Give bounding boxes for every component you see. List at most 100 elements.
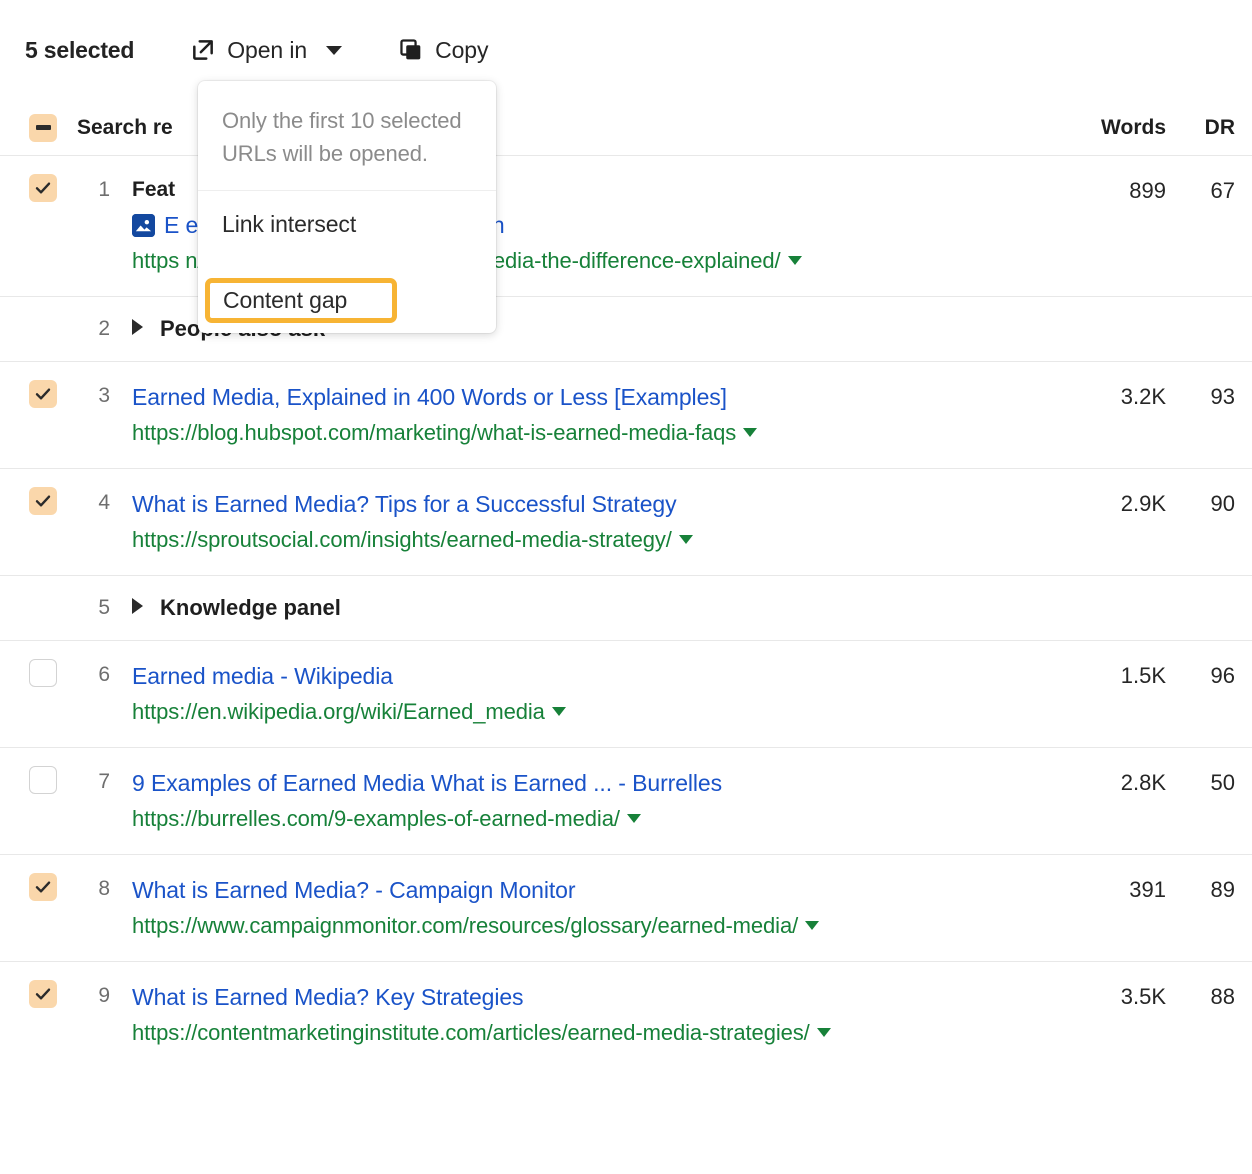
expand-triangle-icon[interactable] bbox=[132, 598, 143, 614]
result-url[interactable]: https://www.campaignmonitor.com/resource… bbox=[132, 909, 1072, 943]
row-words-value: 391 bbox=[1129, 873, 1166, 907]
check-icon bbox=[35, 493, 51, 509]
table-row: 4 What is Earned Media? Tips for a Succe… bbox=[0, 469, 1252, 576]
row-checkbox[interactable] bbox=[29, 980, 57, 1008]
url-caret-icon[interactable] bbox=[788, 256, 802, 265]
check-icon bbox=[35, 986, 51, 1002]
result-url[interactable]: https://en.wikipedia.org/wiki/Earned_med… bbox=[132, 695, 1072, 729]
row-checkbox-cell[interactable] bbox=[28, 766, 58, 794]
result-url-text: https://www.campaignmonitor.com/resource… bbox=[132, 913, 798, 938]
result-url[interactable]: https://contentmarketinginstitute.com/ar… bbox=[132, 1016, 1072, 1050]
row-content: Earned media - Wikipedia https://en.wiki… bbox=[132, 659, 1252, 729]
table-header-row: Search re Words DR bbox=[0, 100, 1252, 156]
row-checkbox[interactable] bbox=[29, 487, 57, 515]
row-checkbox[interactable] bbox=[29, 380, 57, 408]
table-row: 8 What is Earned Media? - Campaign Monit… bbox=[0, 855, 1252, 962]
row-index: 5 bbox=[80, 592, 110, 624]
row-index: 8 bbox=[80, 873, 110, 905]
url-caret-icon[interactable] bbox=[627, 814, 641, 823]
expand-triangle-icon[interactable] bbox=[132, 319, 143, 335]
result-url-text: https://contentmarketinginstitute.com/ar… bbox=[132, 1020, 810, 1045]
result-title[interactable]: What is Earned Media? - Campaign Monitor bbox=[132, 873, 1072, 907]
row-dr-value: 50 bbox=[1211, 766, 1235, 800]
dropdown-note: Only the first 10 selected URLs will be … bbox=[198, 81, 496, 191]
copy-icon bbox=[398, 37, 424, 63]
column-header-dr[interactable]: DR bbox=[1205, 116, 1235, 140]
row-words-value: 1.5K bbox=[1121, 659, 1166, 693]
copy-label: Copy bbox=[435, 37, 488, 64]
result-title[interactable]: Earned media - Wikipedia bbox=[132, 659, 1072, 693]
copy-button[interactable]: Copy bbox=[398, 37, 488, 64]
row-content: 9 Examples of Earned Media What is Earne… bbox=[132, 766, 1252, 836]
row-index: 4 bbox=[80, 487, 110, 519]
table-row: 3 Earned Media, Explained in 400 Words o… bbox=[0, 362, 1252, 469]
result-url[interactable]: https://blog.hubspot.com/marketing/what-… bbox=[132, 416, 1072, 450]
result-url-text: https://burrelles.com/9-examples-of-earn… bbox=[132, 806, 620, 831]
table-row: 6 Earned media - Wikipedia https://en.wi… bbox=[0, 641, 1252, 748]
row-words-value: 3.5K bbox=[1121, 980, 1166, 1014]
column-header-title[interactable]: Search re bbox=[77, 116, 173, 140]
external-link-icon bbox=[190, 37, 216, 63]
row-content: What is Earned Media? Tips for a Success… bbox=[132, 487, 1252, 557]
menu-item-link-intersect[interactable]: Link intersect bbox=[198, 201, 496, 247]
row-dr-value: 88 bbox=[1211, 980, 1235, 1014]
chevron-down-icon[interactable] bbox=[326, 46, 342, 55]
search-results-table: Search re Words DR 1 Feat bbox=[0, 100, 1252, 1068]
select-all-checkbox[interactable] bbox=[29, 114, 57, 142]
row-dr-value: 93 bbox=[1211, 380, 1235, 414]
table-row: 7 9 Examples of Earned Media What is Ear… bbox=[0, 748, 1252, 855]
url-caret-icon[interactable] bbox=[817, 1028, 831, 1037]
result-title[interactable]: 9 Examples of Earned Media What is Earne… bbox=[132, 766, 1072, 800]
table-row-group: 5 Knowledge panel bbox=[0, 576, 1252, 641]
result-title[interactable]: What is Earned Media? Key Strategies bbox=[132, 980, 1072, 1014]
result-url[interactable]: https://burrelles.com/9-examples-of-earn… bbox=[132, 802, 1072, 836]
column-header-words[interactable]: Words bbox=[1101, 116, 1166, 140]
menu-item-content-gap[interactable]: Content gap bbox=[205, 278, 397, 323]
table-row: 9 What is Earned Media? Key Strategies h… bbox=[0, 962, 1252, 1068]
result-url-text: https://sproutsocial.com/insights/earned… bbox=[132, 527, 672, 552]
selected-count-label: 5 selected bbox=[25, 37, 134, 64]
result-title[interactable]: What is Earned Media? Tips for a Success… bbox=[132, 487, 1072, 521]
row-checkbox-cell[interactable] bbox=[28, 873, 58, 901]
row-checkbox[interactable] bbox=[29, 174, 57, 202]
row-index: 2 bbox=[80, 313, 110, 345]
selection-toolbar: 5 selected Open in Copy bbox=[0, 0, 1252, 100]
row-dr-value: 90 bbox=[1211, 487, 1235, 521]
row-dr-value: 67 bbox=[1211, 174, 1235, 208]
indeterminate-dash-icon bbox=[36, 125, 51, 130]
row-content: Earned Media, Explained in 400 Words or … bbox=[132, 380, 1252, 450]
url-caret-icon[interactable] bbox=[552, 707, 566, 716]
row-index: 6 bbox=[80, 659, 110, 691]
url-caret-icon[interactable] bbox=[679, 535, 693, 544]
url-caret-icon[interactable] bbox=[743, 428, 757, 437]
row-checkbox[interactable] bbox=[29, 659, 57, 687]
row-index: 3 bbox=[80, 380, 110, 412]
row-content: What is Earned Media? Key Strategies htt… bbox=[132, 980, 1252, 1050]
result-url-text: https://blog.hubspot.com/marketing/what-… bbox=[132, 420, 736, 445]
row-dr-value: 96 bbox=[1211, 659, 1235, 693]
check-icon bbox=[35, 879, 51, 895]
row-words-value: 2.8K bbox=[1121, 766, 1166, 800]
result-title[interactable]: Earned Media, Explained in 400 Words or … bbox=[132, 380, 1072, 414]
row-checkbox-cell[interactable] bbox=[28, 380, 58, 408]
table-row-group: 2 People also ask bbox=[0, 297, 1252, 362]
row-index: 9 bbox=[80, 980, 110, 1012]
row-checkbox-cell[interactable] bbox=[28, 487, 58, 515]
row-checkbox[interactable] bbox=[29, 766, 57, 794]
row-words-value: 2.9K bbox=[1121, 487, 1166, 521]
row-checkbox-cell[interactable] bbox=[28, 174, 58, 202]
row-words-value: 899 bbox=[1129, 174, 1166, 208]
row-checkbox-cell[interactable] bbox=[28, 980, 58, 1008]
group-header[interactable]: Knowledge panel bbox=[132, 592, 1072, 624]
open-in-button[interactable]: Open in bbox=[190, 37, 342, 64]
group-label-text: Knowledge panel bbox=[160, 595, 341, 620]
row-checkbox[interactable] bbox=[29, 873, 57, 901]
row-content: Knowledge panel bbox=[132, 592, 1252, 624]
row-checkbox-cell[interactable] bbox=[28, 659, 58, 687]
select-all-checkbox-cell[interactable] bbox=[28, 114, 58, 142]
serp-overview-panel: 5 selected Open in Copy bbox=[0, 0, 1252, 1174]
check-icon bbox=[35, 180, 51, 196]
url-caret-icon[interactable] bbox=[805, 921, 819, 930]
check-icon bbox=[35, 386, 51, 402]
result-url[interactable]: https://sproutsocial.com/insights/earned… bbox=[132, 523, 1072, 557]
